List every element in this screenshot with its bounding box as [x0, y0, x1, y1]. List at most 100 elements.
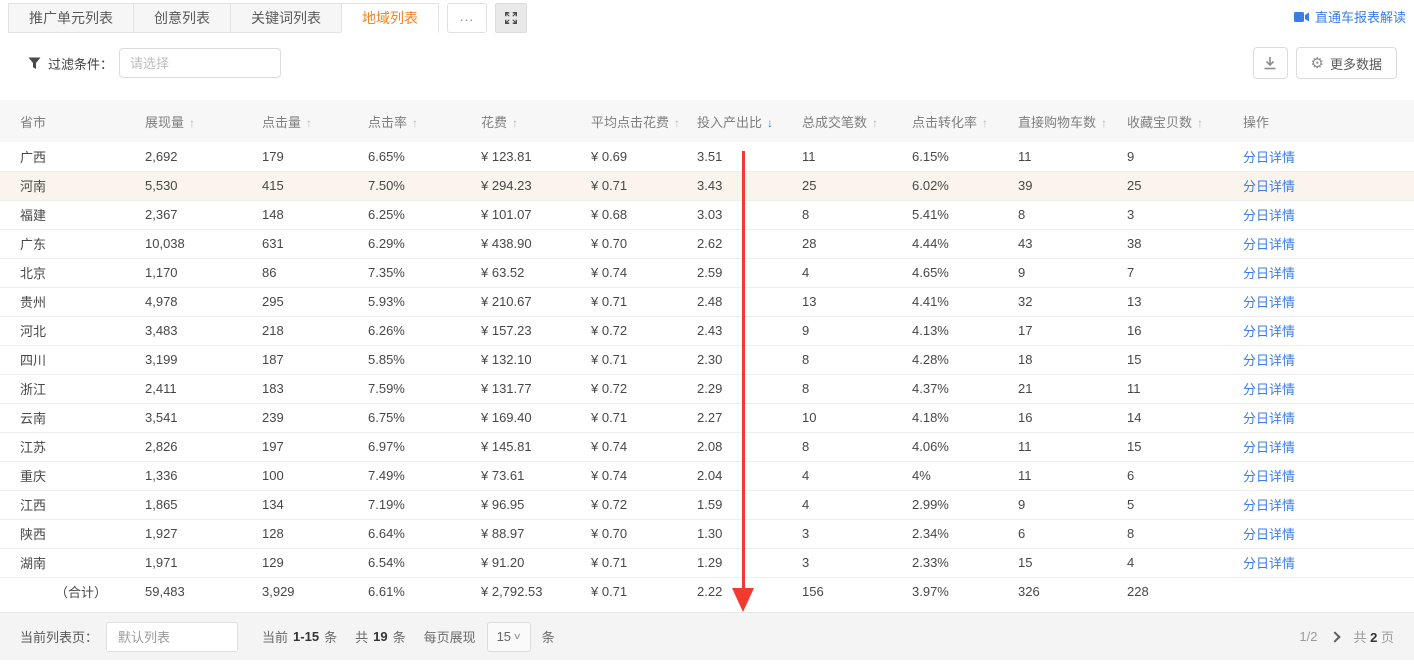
table-row: 广东10,0386316.29%¥ 438.90¥ 0.702.62284.44…: [0, 229, 1414, 258]
daily-detail-link[interactable]: 分日详情: [1243, 556, 1295, 571]
table-row: 河北3,4832186.26%¥ 157.23¥ 0.722.4394.13%1…: [0, 316, 1414, 345]
next-page-button[interactable]: [1331, 633, 1339, 641]
cell-impressions: 3,483: [145, 316, 262, 345]
column-label: 直接购物车数: [1018, 115, 1096, 130]
daily-detail-link[interactable]: 分日详情: [1243, 324, 1295, 339]
download-button[interactable]: [1253, 47, 1288, 79]
daily-detail-link[interactable]: 分日详情: [1243, 469, 1295, 484]
more-data-button[interactable]: ⚙ 更多数据: [1296, 47, 1397, 79]
tab-2[interactable]: 关键词列表: [230, 3, 342, 33]
cell-orders: 10: [802, 403, 912, 432]
cell-orders: 28: [802, 229, 912, 258]
tab-3[interactable]: 地域列表: [341, 3, 439, 33]
daily-detail-link[interactable]: 分日详情: [1243, 498, 1295, 513]
cell-avg-cpc: ¥ 0.71: [591, 171, 697, 200]
column-header-cvr[interactable]: 点击转化率↑: [912, 100, 1018, 142]
cell-roi: 2.62: [697, 229, 802, 258]
table-row: 北京1,170867.35%¥ 63.52¥ 0.742.5944.65%97分…: [0, 258, 1414, 287]
video-icon: [1294, 11, 1310, 23]
column-header-roi[interactable]: 投入产出比↓: [697, 100, 802, 142]
toolbar-actions: ⚙ 更多数据: [1253, 47, 1397, 79]
tab-1[interactable]: 创意列表: [133, 3, 231, 33]
cell-carts: 6: [1018, 519, 1127, 548]
cell-action: 分日详情: [1243, 229, 1414, 258]
daily-detail-link[interactable]: 分日详情: [1243, 440, 1295, 455]
pager: 1/2 共 2 页: [1299, 627, 1394, 646]
cell-ctr: 5.93%: [368, 287, 481, 316]
per-page-unit: 条: [542, 627, 555, 646]
column-header-avg-cpc[interactable]: 平均点击花费↑: [591, 100, 697, 142]
cell-impressions: 1,865: [145, 490, 262, 519]
daily-detail-link[interactable]: 分日详情: [1243, 150, 1295, 165]
more-tabs-button[interactable]: ...: [447, 3, 487, 33]
cell-cost: ¥ 169.40: [481, 403, 591, 432]
cell-avg-cpc: ¥ 0.70: [591, 229, 697, 258]
filter-select-input[interactable]: [119, 48, 281, 78]
cell-roi: 2.29: [697, 374, 802, 403]
daily-detail-link[interactable]: 分日详情: [1243, 237, 1295, 252]
table-row: 陕西1,9271286.64%¥ 88.97¥ 0.701.3032.34%68…: [0, 519, 1414, 548]
cell-impressions: 59,483: [145, 577, 262, 606]
cell-province: 广西: [0, 142, 145, 171]
current-range-prefix: 当前: [262, 627, 288, 646]
cell-clicks: 197: [262, 432, 368, 461]
daily-detail-link[interactable]: 分日详情: [1243, 353, 1295, 368]
cell-favorites: 14: [1127, 403, 1243, 432]
column-header-carts[interactable]: 直接购物车数↑: [1018, 100, 1127, 142]
sort-up-icon: ↑: [872, 116, 878, 130]
gear-icon: ⚙: [1311, 56, 1324, 71]
column-header-ctr[interactable]: 点击率↑: [368, 100, 481, 142]
daily-detail-link[interactable]: 分日详情: [1243, 208, 1295, 223]
column-header-orders[interactable]: 总成交笔数↑: [802, 100, 912, 142]
cell-clicks: 187: [262, 345, 368, 374]
total-pages: 共 2 页: [1353, 627, 1394, 646]
cell-carts: 15: [1018, 548, 1127, 577]
cell-impressions: 1,971: [145, 548, 262, 577]
cell-cvr: 4.13%: [912, 316, 1018, 345]
tab-0[interactable]: 推广单元列表: [8, 3, 134, 33]
report-guide-link[interactable]: 直通车报表解读: [1294, 7, 1406, 26]
red-arrow-head-icon: [732, 588, 754, 612]
cell-cvr: 3.97%: [912, 577, 1018, 606]
table-row: 云南3,5412396.75%¥ 169.40¥ 0.712.27104.18%…: [0, 403, 1414, 432]
cell-ctr: 7.49%: [368, 461, 481, 490]
table-header-row: 省市展现量↑点击量↑点击率↑花费↑平均点击花费↑投入产出比↓总成交笔数↑点击转化…: [0, 100, 1414, 142]
cell-impressions: 10,038: [145, 229, 262, 258]
daily-detail-link[interactable]: 分日详情: [1243, 527, 1295, 542]
download-icon: [1263, 56, 1277, 70]
list-select-value: 默认列表: [118, 627, 170, 646]
per-page-select[interactable]: 15 ∨: [487, 622, 531, 652]
daily-detail-link[interactable]: 分日详情: [1243, 179, 1295, 194]
daily-detail-link[interactable]: 分日详情: [1243, 295, 1295, 310]
cell-ctr: 6.61%: [368, 577, 481, 606]
cell-cvr: 4.37%: [912, 374, 1018, 403]
cell-avg-cpc: ¥ 0.71: [591, 287, 697, 316]
fullscreen-button[interactable]: [495, 3, 527, 33]
column-header-impressions[interactable]: 展现量↑: [145, 100, 262, 142]
red-arrow-annotation: [742, 151, 745, 589]
chevron-right-icon: [1330, 631, 1341, 642]
daily-detail-link[interactable]: 分日详情: [1243, 382, 1295, 397]
more-data-label: 更多数据: [1330, 54, 1382, 73]
daily-detail-link[interactable]: 分日详情: [1243, 266, 1295, 281]
daily-detail-link[interactable]: 分日详情: [1243, 411, 1295, 426]
table-row: 福建2,3671486.25%¥ 101.07¥ 0.683.0385.41%8…: [0, 200, 1414, 229]
cell-carts: 16: [1018, 403, 1127, 432]
cell-clicks: 295: [262, 287, 368, 316]
cell-avg-cpc: ¥ 0.70: [591, 519, 697, 548]
column-header-cost[interactable]: 花费↑: [481, 100, 591, 142]
cell-province: 重庆: [0, 461, 145, 490]
cell-impressions: 1,927: [145, 519, 262, 548]
column-header-action: 操作: [1243, 100, 1414, 142]
cell-avg-cpc: ¥ 0.74: [591, 461, 697, 490]
cell-carts: 9: [1018, 258, 1127, 287]
list-select[interactable]: 默认列表: [106, 622, 238, 652]
cell-action: 分日详情: [1243, 548, 1414, 577]
column-header-clicks[interactable]: 点击量↑: [262, 100, 368, 142]
cell-cost: ¥ 88.97: [481, 519, 591, 548]
cell-cost: ¥ 96.95: [481, 490, 591, 519]
table-row: 浙江2,4111837.59%¥ 131.77¥ 0.722.2984.37%2…: [0, 374, 1414, 403]
cell-favorites: 13: [1127, 287, 1243, 316]
cell-province: 湖南: [0, 548, 145, 577]
column-header-favorites[interactable]: 收藏宝贝数↑: [1127, 100, 1243, 142]
